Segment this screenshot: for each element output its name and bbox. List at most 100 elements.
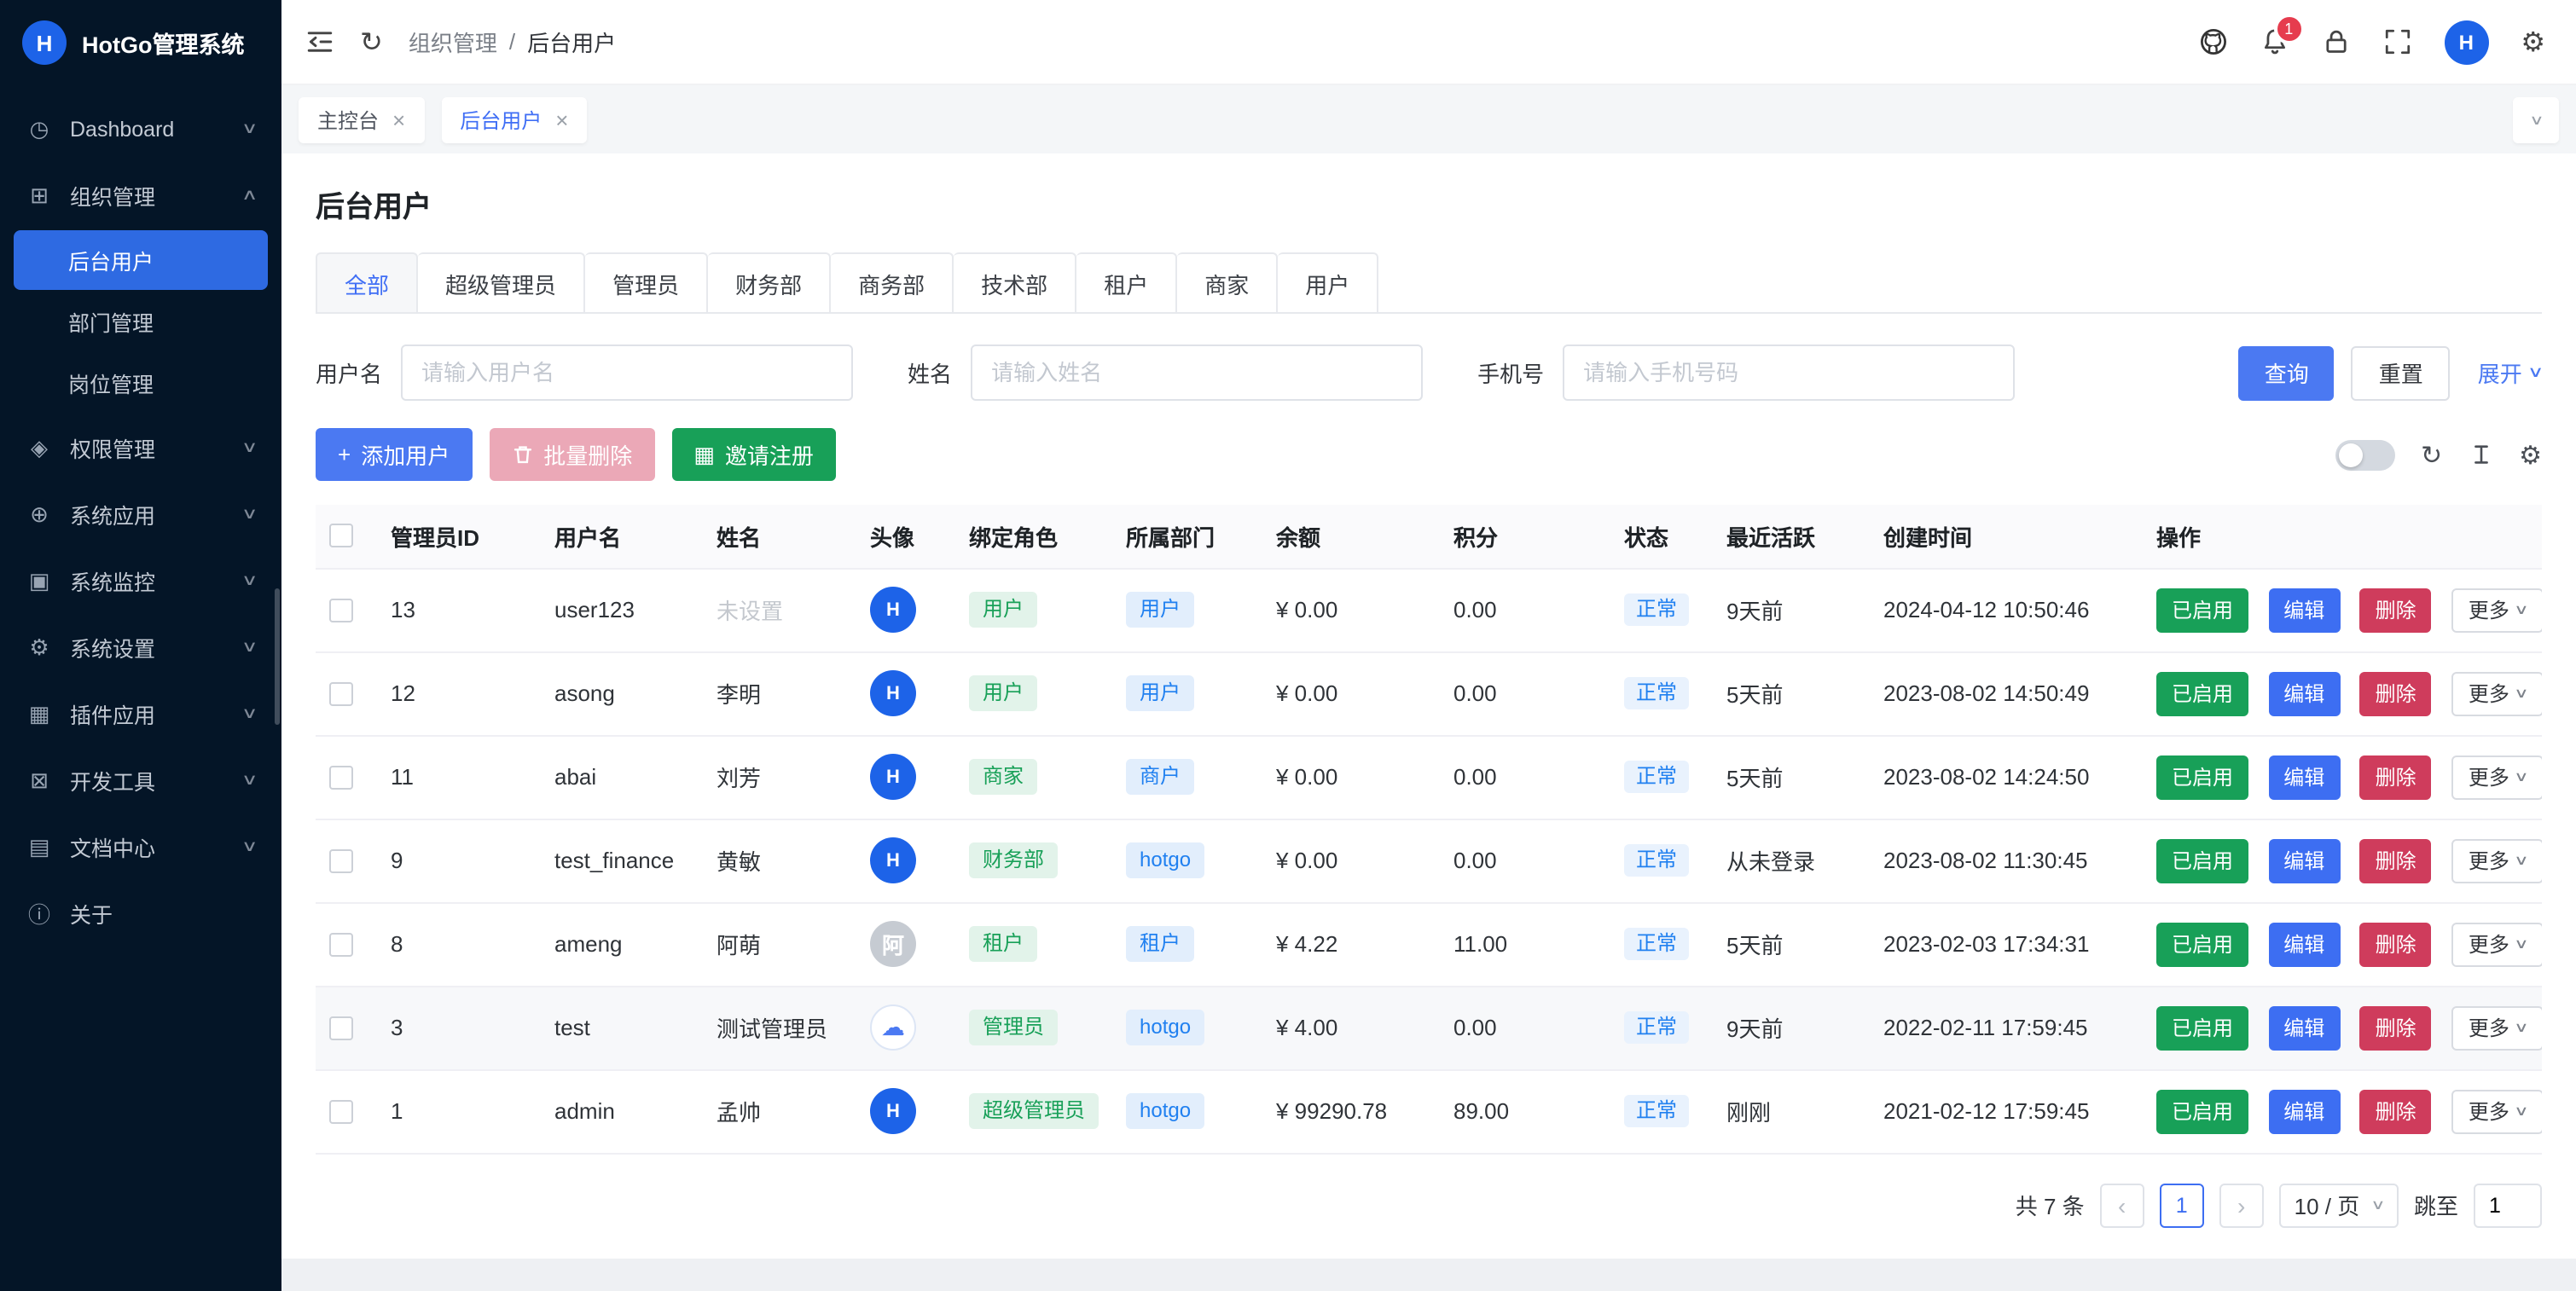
sidebar-subitem-positions[interactable]: 岗位管理 [14, 353, 268, 413]
delete-button[interactable]: 删除 [2360, 1005, 2432, 1050]
avatar[interactable]: ☁ [870, 1004, 916, 1051]
delete-button[interactable]: 删除 [2360, 922, 2432, 966]
role-tab-admin[interactable]: 管理员 [585, 252, 708, 312]
breadcrumb-page[interactable]: 后台用户 [527, 26, 616, 58]
prev-page-button[interactable]: ‹ [2100, 1183, 2144, 1227]
more-button[interactable]: 更多 ∨ [2451, 1005, 2542, 1050]
edit-button[interactable]: 编辑 [2268, 922, 2340, 966]
page-number-button[interactable]: 1 [2160, 1183, 2204, 1227]
jump-to-input[interactable] [2474, 1183, 2542, 1227]
user-avatar[interactable]: H [2444, 20, 2488, 64]
avatar[interactable]: H [870, 587, 916, 633]
batch-delete-button[interactable]: 批量删除 [489, 428, 654, 481]
role-tab-tech[interactable]: 技术部 [954, 252, 1076, 312]
row-checkbox[interactable] [329, 681, 353, 705]
more-button[interactable]: 更多 ∨ [2451, 755, 2542, 799]
expand-filters-link[interactable]: 展开 ∨ [2478, 356, 2542, 389]
edit-button[interactable]: 编辑 [2268, 1005, 2340, 1050]
reset-button[interactable]: 重置 [2352, 345, 2451, 400]
sidebar-item-dev-tools[interactable]: ⊠ 开发工具 ∨ [0, 747, 281, 813]
page-size-select[interactable]: 10 / 页 ∨ [2279, 1183, 2399, 1227]
avatar[interactable]: H [870, 1088, 916, 1134]
role-tab-all[interactable]: 全部 [316, 252, 418, 312]
enabled-button[interactable]: 已启用 [2156, 755, 2248, 799]
app-logo[interactable]: H HotGo管理系统 [0, 0, 281, 85]
enabled-button[interactable]: 已启用 [2156, 1005, 2248, 1050]
sidebar-item-dashboard[interactable]: ◷ Dashboard ∨ [0, 96, 281, 162]
sidebar-subitem-backend-users[interactable]: 后台用户 [14, 230, 268, 290]
avatar[interactable]: H [870, 670, 916, 716]
edit-button[interactable]: 编辑 [2268, 755, 2340, 799]
name-input[interactable] [971, 344, 1423, 401]
close-icon[interactable]: × [392, 108, 405, 130]
enabled-button[interactable]: 已启用 [2156, 838, 2248, 883]
delete-button[interactable]: 删除 [2360, 671, 2432, 715]
page-tab-console[interactable]: 主控台 × [299, 96, 424, 142]
sidebar-scrollbar[interactable] [275, 588, 280, 725]
avatar[interactable]: 阿 [870, 921, 916, 967]
enabled-button[interactable]: 已启用 [2156, 922, 2248, 966]
row-checkbox[interactable] [329, 848, 353, 872]
invite-register-button[interactable]: ▦ 邀请注册 [671, 428, 836, 481]
delete-button[interactable]: 删除 [2360, 755, 2432, 799]
edit-button[interactable]: 编辑 [2268, 671, 2340, 715]
collapse-sidebar-icon[interactable] [305, 27, 334, 56]
avatar[interactable]: H [870, 754, 916, 800]
sidebar-item-docs[interactable]: ▤ 文档中心 ∨ [0, 813, 281, 880]
breadcrumb-section[interactable]: 组织管理 [409, 26, 497, 58]
role-tab-tenant[interactable]: 租户 [1076, 252, 1177, 312]
enabled-button[interactable]: 已启用 [2156, 671, 2248, 715]
notifications-bell-icon[interactable]: 1 [2260, 27, 2289, 56]
close-icon[interactable]: × [555, 108, 568, 130]
column-settings-gear-icon[interactable]: ⚙ [2519, 439, 2542, 470]
role-tab-user[interactable]: 用户 [1278, 252, 1378, 312]
sidebar-item-system-apps[interactable]: ⊕ 系统应用 ∨ [0, 481, 281, 547]
select-all-checkbox[interactable] [329, 524, 353, 548]
phone-input[interactable] [1563, 344, 2015, 401]
enabled-button[interactable]: 已启用 [2156, 1089, 2248, 1133]
row-checkbox[interactable] [329, 598, 353, 622]
role-tab-super-admin[interactable]: 超级管理员 [418, 252, 585, 312]
row-density-icon[interactable] [2468, 442, 2493, 467]
sidebar-item-organization[interactable]: ⊞ 组织管理 ∧ [0, 162, 281, 229]
more-button[interactable]: 更多 ∨ [2451, 588, 2542, 632]
edit-button[interactable]: 编辑 [2268, 588, 2340, 632]
refresh-icon[interactable]: ↻ [360, 25, 383, 59]
row-checkbox[interactable] [329, 765, 353, 789]
delete-button[interactable]: 删除 [2360, 838, 2432, 883]
github-icon[interactable] [2198, 27, 2227, 56]
more-button[interactable]: 更多 ∨ [2451, 671, 2542, 715]
sidebar-item-about[interactable]: ⓘ 关于 [0, 880, 281, 947]
sidebar-item-system-monitor[interactable]: ▣ 系统监控 ∨ [0, 547, 281, 614]
row-checkbox[interactable] [329, 1016, 353, 1039]
row-checkbox[interactable] [329, 932, 353, 956]
settings-gear-icon[interactable]: ⚙ [2521, 25, 2545, 59]
role-tab-business[interactable]: 商务部 [831, 252, 954, 312]
sidebar-item-permissions[interactable]: ◈ 权限管理 ∨ [0, 414, 281, 481]
search-button[interactable]: 查询 [2239, 345, 2335, 400]
username-input[interactable] [401, 344, 853, 401]
role-tab-merchant[interactable]: 商家 [1177, 252, 1278, 312]
enabled-button[interactable]: 已启用 [2156, 588, 2248, 632]
page-tab-backend-users[interactable]: 后台用户 × [441, 96, 587, 142]
reload-table-icon[interactable]: ↻ [2421, 439, 2442, 470]
avatar[interactable]: H [870, 837, 916, 883]
tabs-more-button[interactable]: ∨ [2513, 96, 2559, 142]
next-page-button[interactable]: › [2219, 1183, 2264, 1227]
sidebar-item-system-settings[interactable]: ⚙ 系统设置 ∨ [0, 614, 281, 680]
role-tab-finance[interactable]: 财务部 [708, 252, 831, 312]
more-button[interactable]: 更多 ∨ [2451, 1089, 2542, 1133]
lock-screen-icon[interactable] [2321, 27, 2350, 56]
delete-button[interactable]: 删除 [2360, 1089, 2432, 1133]
more-button[interactable]: 更多 ∨ [2451, 838, 2542, 883]
add-user-button[interactable]: + 添加用户 [316, 428, 472, 481]
more-button[interactable]: 更多 ∨ [2451, 922, 2542, 966]
row-checkbox[interactable] [329, 1099, 353, 1123]
edit-button[interactable]: 编辑 [2268, 838, 2340, 883]
fullscreen-icon[interactable] [2382, 27, 2411, 56]
edit-button[interactable]: 编辑 [2268, 1089, 2340, 1133]
delete-button[interactable]: 删除 [2360, 588, 2432, 632]
striped-toggle[interactable] [2335, 439, 2395, 470]
sidebar-item-plugins[interactable]: ▦ 插件应用 ∨ [0, 680, 281, 747]
sidebar-subitem-departments[interactable]: 部门管理 [14, 292, 268, 351]
